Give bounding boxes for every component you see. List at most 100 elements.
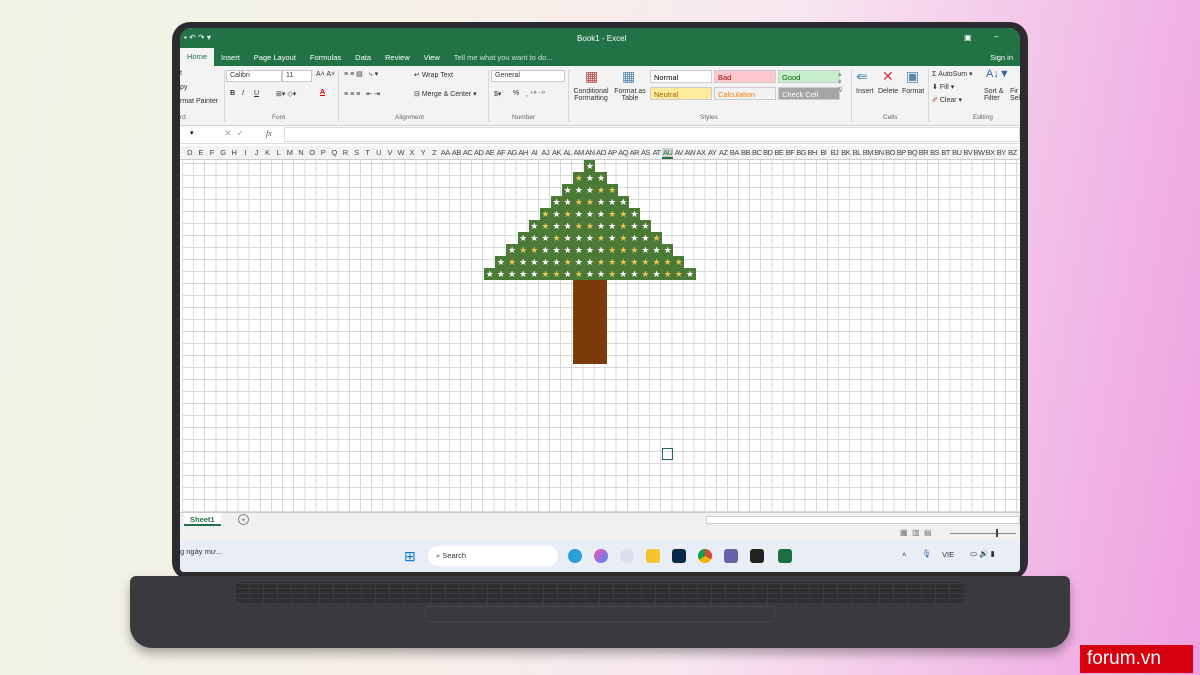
tree-leaf-cell[interactable]: ★ (517, 244, 529, 256)
tree-leaf-cell[interactable]: ★ (606, 268, 618, 280)
column-header-U[interactable]: U (373, 148, 384, 157)
tree-leaf-cell[interactable]: ★ (562, 208, 574, 220)
tree-leaf-cell[interactable]: ★ (595, 184, 607, 196)
tree-leaf-cell[interactable]: ★ (539, 220, 551, 232)
cell-style-check-cell[interactable]: Check Cell (778, 87, 840, 100)
column-header-BF[interactable]: BF (784, 148, 795, 157)
tree-leaf-cell[interactable]: ★ (595, 220, 607, 232)
font-size-select[interactable]: 11 (282, 70, 312, 82)
align-horizontal-icons[interactable]: ≡≡≡ ⇤⇥ (344, 90, 382, 98)
tree-leaf-cell[interactable]: ★ (573, 244, 585, 256)
tab-review[interactable]: Review (378, 53, 417, 62)
news-widget[interactable]: g ngày mư... (180, 547, 222, 556)
conditional-formatting-button[interactable]: Conditional Formatting (570, 88, 612, 102)
decimal-icons[interactable]: , ⁺⁰ ⁻⁰ (526, 90, 545, 98)
tree-leaf-cell[interactable]: ★ (517, 268, 529, 280)
tree-leaf-cell[interactable]: ★ (651, 244, 663, 256)
column-header-H[interactable]: H (228, 148, 239, 157)
column-header-AC[interactable]: AC (462, 148, 473, 157)
minimize-button[interactable]: – (994, 32, 998, 41)
column-header-BL[interactable]: BL (851, 148, 862, 157)
tree-leaf-cell[interactable]: ★ (550, 244, 563, 256)
quick-access-icons[interactable]: ▪ ↶ ↷ ▾ (184, 33, 211, 42)
gallery-scroll-icons[interactable]: ▴ ▾ ⊽ (838, 70, 843, 94)
column-header-R[interactable]: R (340, 148, 351, 157)
tree-leaf-cell[interactable]: ★ (628, 208, 640, 220)
column-header-BI[interactable]: BI (818, 148, 829, 157)
tree-leaf-cell[interactable]: ★ (573, 196, 585, 208)
tab-formulas[interactable]: Formulas (303, 53, 348, 62)
tell-me-box[interactable]: Tell me what you want to do... (447, 53, 560, 62)
tree-leaf-cell[interactable]: ★ (606, 256, 618, 268)
column-header-E[interactable]: E (195, 148, 206, 157)
wrap-text-button[interactable]: ↵ Wrap Text (414, 71, 453, 79)
cell-style-normal[interactable]: Normal (650, 70, 712, 83)
file-explorer-icon[interactable] (646, 549, 660, 563)
tree-leaf-cell[interactable]: ★ (595, 268, 607, 280)
tree-leaf-cell[interactable]: ★ (528, 220, 540, 232)
column-header-AO[interactable]: AO (595, 148, 606, 157)
column-header-BP[interactable]: BP (896, 148, 907, 157)
tree-leaf-cell[interactable]: ★ (573, 220, 585, 232)
tree-leaf-cell[interactable]: ★ (617, 208, 629, 220)
delete-cells-button[interactable]: Delete (878, 88, 898, 95)
tree-trunk-cell[interactable] (573, 316, 585, 328)
column-header-AH[interactable]: AH (518, 148, 529, 157)
tree-leaf-cell[interactable]: ★ (617, 220, 629, 232)
worksheet-grid[interactable]: ★ ★ ★ ★ ★ ★ ★ ★ ★ ★ ★ ★ ★ ★ ★ ★ ★ ★ ★ ★ ★ ★ ★ ★ ★ ★ ★ ★ ★ ★ ★ ★ ★ ★ ★ ★ ★ ★ ★ ★… (182, 160, 1020, 512)
tree-leaf-cell[interactable]: ★ (573, 172, 585, 184)
column-header-BH[interactable]: BH (807, 148, 818, 157)
cut-button[interactable]: t (180, 70, 182, 77)
tree-leaf-cell[interactable]: ★ (651, 256, 663, 268)
column-header-BY[interactable]: BY (996, 148, 1007, 157)
tree-trunk-cell[interactable] (584, 316, 596, 328)
tree-trunk-cell[interactable] (573, 352, 585, 364)
tree-leaf-cell[interactable]: ★ (639, 256, 652, 268)
column-header-AG[interactable]: AG (506, 148, 517, 157)
column-header-G[interactable]: G (217, 148, 228, 157)
column-header-BS[interactable]: BS (929, 148, 940, 157)
column-header-X[interactable]: X (406, 148, 417, 157)
column-header-V[interactable]: V (384, 148, 395, 157)
excel-taskbar-icon[interactable] (778, 549, 792, 563)
add-sheet-button[interactable]: + (238, 514, 249, 525)
zoom-slider[interactable] (950, 533, 1016, 534)
sign-in-link[interactable]: Sign in (983, 53, 1020, 62)
column-header-AM[interactable]: AM (573, 148, 585, 157)
column-header-AK[interactable]: AK (551, 148, 562, 157)
tree-leaf-cell[interactable]: ★ (628, 232, 640, 244)
tree-leaf-cell[interactable]: ★ (517, 256, 529, 268)
tree-leaf-cell[interactable]: ★ (550, 196, 563, 208)
tab-home[interactable]: Home (180, 48, 215, 66)
column-header-BT[interactable]: BT (940, 148, 951, 157)
tab-page-layout[interactable]: Page Layout (247, 53, 303, 62)
autosum-button[interactable]: Σ AutoSum ▾ (932, 70, 973, 78)
column-header-AE[interactable]: AE (484, 148, 495, 157)
tab-insert[interactable]: Insert (214, 53, 247, 62)
column-header-AY[interactable]: AY (707, 148, 718, 157)
tree-leaf-cell[interactable]: ★ (573, 208, 585, 220)
column-header-D[interactable]: D (184, 148, 195, 157)
column-header-BQ[interactable]: BQ (907, 148, 918, 157)
column-header-L[interactable]: L (273, 148, 284, 157)
app-icon[interactable] (750, 549, 764, 563)
copy-button[interactable]: py (180, 84, 187, 91)
tree-leaf-cell[interactable]: ★ (662, 268, 674, 280)
tree-trunk-cell[interactable] (595, 304, 607, 316)
column-header-O[interactable]: O (306, 148, 317, 157)
insert-function-button[interactable]: fx (266, 129, 272, 138)
font-color-icon[interactable]: A (320, 89, 325, 96)
chrome-icon[interactable] (698, 549, 712, 563)
bold-button[interactable]: B (230, 90, 235, 97)
column-header-BG[interactable]: BG (796, 148, 807, 157)
tree-trunk-cell[interactable] (595, 328, 607, 340)
tree-leaf-cell[interactable]: ★ (573, 232, 585, 244)
tree-trunk-cell[interactable] (573, 280, 585, 292)
microphone-icon[interactable]: 🎙 (922, 549, 932, 558)
chat-icon[interactable] (620, 549, 634, 563)
tree-leaf-cell[interactable]: ★ (617, 268, 629, 280)
tree-leaf-cell[interactable]: ★ (606, 208, 618, 220)
column-header-I[interactable]: I (240, 148, 251, 157)
font-name-select[interactable]: Calibri (226, 70, 282, 82)
tree-leaf-cell[interactable]: ★ (573, 268, 585, 280)
